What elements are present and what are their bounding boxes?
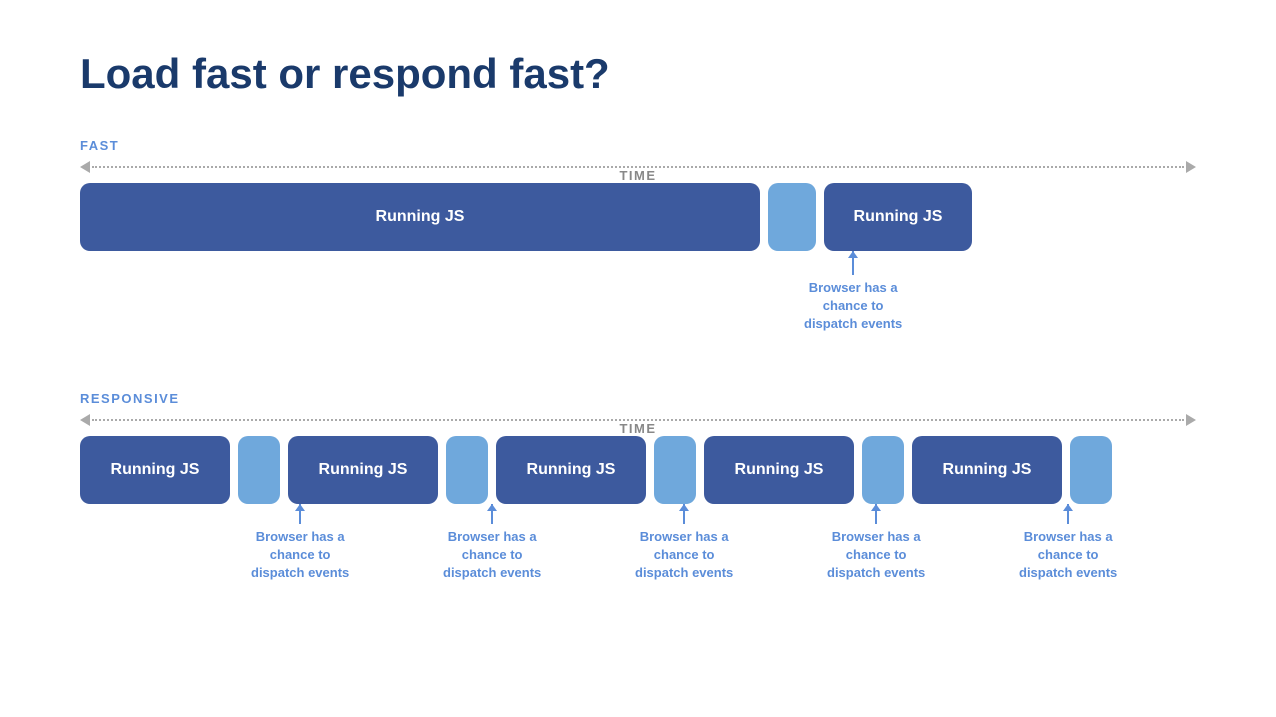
resp-gap-4 <box>862 436 904 504</box>
responsive-blocks-row: Running JS Running JS Running JS Running… <box>80 436 1196 504</box>
fast-spacer <box>80 281 1196 391</box>
resp-js-1: Running JS <box>80 436 230 504</box>
responsive-arrow-left <box>80 414 90 426</box>
fast-annotation-line <box>852 251 854 275</box>
resp-gap-1 <box>238 436 280 504</box>
fast-js-block-1: Running JS <box>80 183 760 251</box>
fast-arrow-right <box>1186 161 1196 173</box>
fast-label: FAST <box>80 138 119 153</box>
resp-gap-5 <box>1070 436 1112 504</box>
fast-blocks-row: Running JS Running JS <box>80 183 1196 251</box>
fast-js-block-2: Running JS <box>824 183 972 251</box>
responsive-label: RESPONSIVE <box>80 391 180 406</box>
responsive-time-label: TIME <box>619 421 656 436</box>
resp-gap-2 <box>446 436 488 504</box>
resp-ann-5: Browser has achance todispatch events <box>1019 504 1117 583</box>
resp-ann-4: Browser has achance todispatch events <box>827 504 925 583</box>
fast-timeline: TIME <box>80 161 1196 173</box>
resp-js-4: Running JS <box>704 436 854 504</box>
responsive-arrow-right <box>1186 414 1196 426</box>
responsive-blocks-wrapper: Running JS Running JS Running JS Running… <box>80 436 1196 504</box>
resp-js-3: Running JS <box>496 436 646 504</box>
resp-js-5: Running JS <box>912 436 1062 504</box>
fast-gap-block <box>768 183 816 251</box>
fast-section: FAST TIME Running JS Running JS <box>80 138 1196 251</box>
responsive-section: RESPONSIVE TIME Running JS Running JS <box>80 391 1196 504</box>
resp-ann-3: Browser has achance todispatch events <box>635 504 733 583</box>
fast-time-label: TIME <box>619 168 656 183</box>
fast-dotted-line: TIME <box>92 166 1184 168</box>
slide: Load fast or respond fast? FAST TIME Run… <box>0 0 1276 717</box>
resp-ann-2: Browser has achance todispatch events <box>443 504 541 583</box>
responsive-dotted-line: TIME <box>92 419 1184 421</box>
fast-annotation-text: Browser has achance todispatch events <box>804 279 902 334</box>
resp-js-2: Running JS <box>288 436 438 504</box>
responsive-timeline: TIME <box>80 414 1196 426</box>
fast-annotation: Browser has achance todispatch events <box>804 251 902 334</box>
resp-ann-1: Browser has achance todispatch events <box>251 504 349 583</box>
fast-arrow-left <box>80 161 90 173</box>
page-title: Load fast or respond fast? <box>80 50 1196 98</box>
resp-gap-3 <box>654 436 696 504</box>
